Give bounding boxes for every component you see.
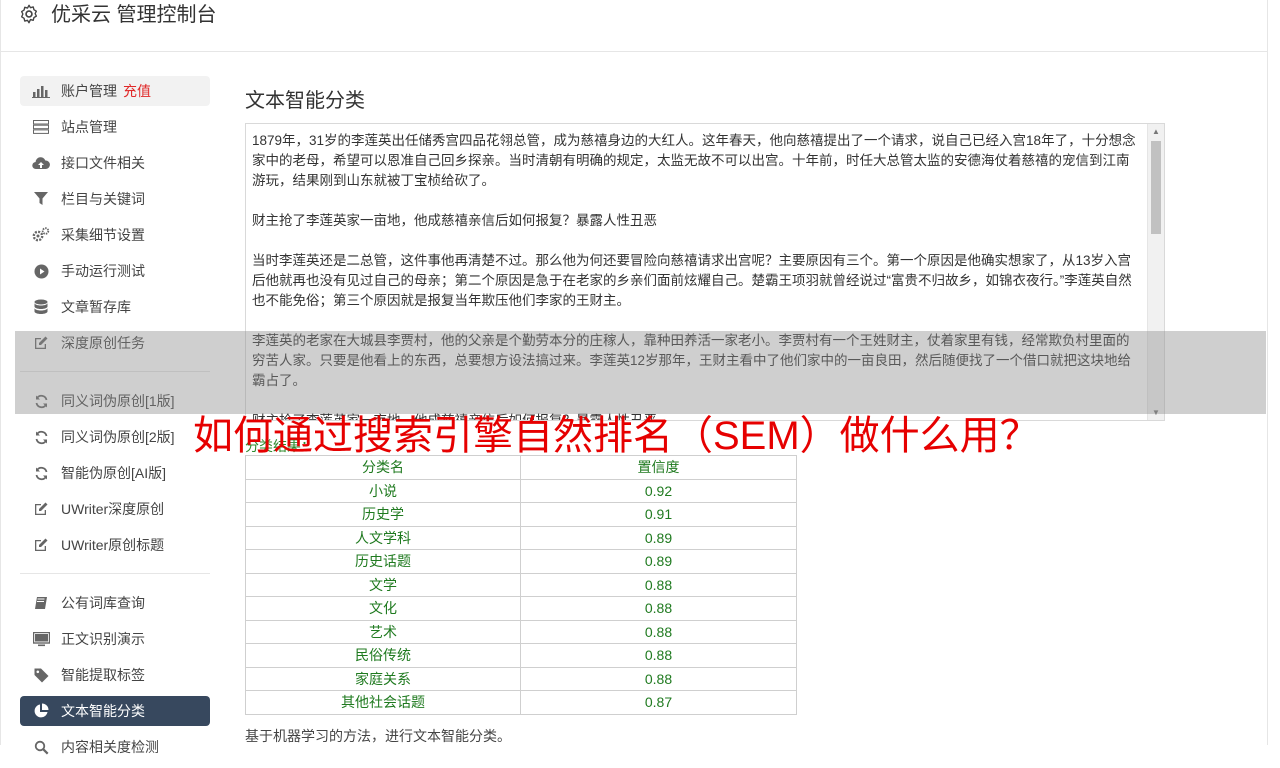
sidebar-item-label: 站点管理 xyxy=(61,119,117,135)
sidebar-item-label: 接口文件相关 xyxy=(61,155,145,171)
app-title: 优采云 管理控制台 xyxy=(51,4,217,26)
classification-table: 分类名 置信度 小说 0.92 历史学 0.91 人文学科 0.89 历史话题 0.89… xyxy=(245,455,797,715)
sidebar-item-label: 账户管理 xyxy=(61,83,117,99)
sidebar-item-public-lexicon[interactable]: 公有词库查询 xyxy=(20,588,210,618)
edit-icon xyxy=(32,536,50,554)
database-icon xyxy=(32,298,50,316)
sidebar-divider xyxy=(20,573,210,574)
book-icon xyxy=(32,594,50,612)
confidence-cell: 0.88 xyxy=(520,572,797,597)
sidebar-item-interface-files[interactable]: 接口文件相关 xyxy=(20,148,210,178)
sidebar-item-label: 采集细节设置 xyxy=(61,227,145,243)
sidebar-item-manual-run[interactable]: 手动运行测试 xyxy=(20,256,210,286)
recharge-link[interactable]: 充值 xyxy=(123,81,151,101)
gears-icon xyxy=(32,226,50,244)
bar-chart-icon xyxy=(32,82,50,100)
category-cell: 人文学科 xyxy=(245,525,521,550)
category-cell: 历史话题 xyxy=(245,549,521,574)
confidence-cell: 0.88 xyxy=(520,619,797,644)
table-row: 人文学科 0.89 xyxy=(245,525,797,550)
sidebar-item-label: 正文识别演示 xyxy=(61,631,145,647)
sidebar-item-article-store[interactable]: 文章暂存库 xyxy=(20,292,210,322)
sidebar-item-label: 同义词伪原创[2版] xyxy=(61,429,175,445)
edit-icon xyxy=(32,500,50,518)
server-icon xyxy=(32,118,50,136)
sidebar-item-label: 公有词库查询 xyxy=(61,595,145,611)
page-title: 文本智能分类 xyxy=(245,90,365,112)
sidebar-item-relevance-check[interactable]: 内容相关度检测 xyxy=(20,732,210,762)
description-text: 基于机器学习的方法，进行文本智能分类。 xyxy=(245,728,511,744)
sidebar-item-label: 手动运行测试 xyxy=(61,263,145,279)
table-row: 历史学 0.91 xyxy=(245,502,797,527)
sidebar-item-columns-keywords[interactable]: 栏目与关键词 xyxy=(20,184,210,214)
sidebar-item-account[interactable]: 账户管理 充值 xyxy=(20,76,210,106)
category-cell: 民俗传统 xyxy=(245,643,521,668)
category-cell: 家庭关系 xyxy=(245,666,521,691)
play-circle-icon xyxy=(32,262,50,280)
sidebar-item-ai-rewrite[interactable]: 智能伪原创[AI版] xyxy=(20,458,210,488)
sidebar-item-collect-settings[interactable]: 采集细节设置 xyxy=(20,220,210,250)
sidebar-item-sites[interactable]: 站点管理 xyxy=(20,112,210,142)
scroll-up-arrow-icon[interactable]: ▲ xyxy=(1152,127,1160,136)
pie-chart-icon xyxy=(32,702,50,720)
refresh-icon xyxy=(32,464,50,482)
category-cell: 文化 xyxy=(245,596,521,621)
sidebar-item-tag-extract[interactable]: 智能提取标签 xyxy=(20,660,210,690)
sidebar-item-label: 智能伪原创[AI版] xyxy=(61,465,167,481)
confidence-cell: 0.89 xyxy=(520,549,797,574)
sidebar-item-text-classify[interactable]: 文本智能分类 xyxy=(20,696,210,726)
table-row: 家庭关系 0.88 xyxy=(245,666,797,691)
table-row: 其他社会话题 0.87 xyxy=(245,690,797,715)
sidebar-item-label: 内容相关度检测 xyxy=(61,739,159,755)
sidebar-item-uwriter-title[interactable]: UWriter原创标题 xyxy=(20,530,210,560)
confidence-cell: 0.88 xyxy=(520,596,797,621)
filter-icon xyxy=(32,190,50,208)
sidebar-item-label: UWriter原创标题 xyxy=(61,537,165,553)
monitor-icon xyxy=(32,630,50,648)
category-cell: 艺术 xyxy=(245,619,521,644)
category-cell: 文学 xyxy=(245,572,521,597)
sidebar-item-uwriter-deep[interactable]: UWriter深度原创 xyxy=(20,494,210,524)
table-row: 文学 0.88 xyxy=(245,572,797,597)
text-paragraph: 1879年，31岁的李莲英出任储秀宫四品花翎总管，成为慈禧身边的大红人。这年春天… xyxy=(252,133,1136,188)
table-row: 艺术 0.88 xyxy=(245,619,797,644)
cloud-upload-icon xyxy=(32,154,50,172)
scrollbar-thumb[interactable] xyxy=(1151,141,1161,234)
confidence-cell: 0.88 xyxy=(520,643,797,668)
sidebar-item-label: 栏目与关键词 xyxy=(61,191,145,207)
gear-icon[interactable] xyxy=(18,3,40,25)
overlay-band xyxy=(15,331,1266,414)
search-icon xyxy=(32,738,50,756)
category-cell: 小说 xyxy=(245,478,521,503)
tag-icon xyxy=(32,666,50,684)
confidence-cell: 0.87 xyxy=(520,690,797,715)
overlay-caption: 如何通过搜索引擎自然排名（SEM）做什么用？ xyxy=(193,414,1040,458)
text-paragraph: 当时李莲英还是二总管，这件事他再清楚不过。那么他为何还要冒险向慈禧请求出宫呢？主… xyxy=(252,253,1132,308)
category-cell: 历史学 xyxy=(245,502,521,527)
category-cell: 其他社会话题 xyxy=(245,690,521,715)
sidebar-item-label: UWriter深度原创 xyxy=(61,501,165,517)
confidence-cell: 0.89 xyxy=(520,525,797,550)
sidebar-item-text-recognition[interactable]: 正文识别演示 xyxy=(20,624,210,654)
sidebar-item-label: 文章暂存库 xyxy=(61,299,131,315)
sidebar-item-label: 智能提取标签 xyxy=(61,667,145,683)
confidence-cell: 0.91 xyxy=(520,502,797,527)
table-row: 小说 0.92 xyxy=(245,478,797,503)
sidebar-item-label: 文本智能分类 xyxy=(61,703,145,719)
text-paragraph: 财主抢了李莲英家一亩地，他成慈禧亲信后如何报复？暴露人性丑恶 xyxy=(252,213,657,228)
sidebar: 账户管理 充值 站点管理 接口文件相关 栏目与关键词 采集细节设置 手动运行测试… xyxy=(20,76,210,768)
sidebar-item-synonym-v2[interactable]: 同义词伪原创[2版] xyxy=(20,422,210,452)
refresh-icon xyxy=(32,428,50,446)
confidence-cell: 0.92 xyxy=(520,478,797,503)
table-row: 民俗传统 0.88 xyxy=(245,643,797,668)
table-row: 文化 0.88 xyxy=(245,596,797,621)
table-row: 历史话题 0.89 xyxy=(245,549,797,574)
confidence-cell: 0.88 xyxy=(520,666,797,691)
